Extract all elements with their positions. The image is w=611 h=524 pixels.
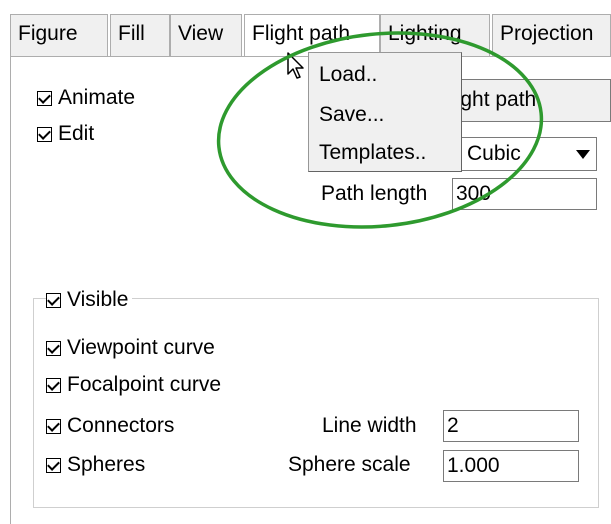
tab-projection[interactable]: Projection — [492, 14, 611, 56]
tab-lighting[interactable]: Lighting — [380, 14, 490, 56]
path-length-input[interactable]: 300 — [452, 178, 597, 210]
tab-view[interactable]: View — [170, 14, 242, 56]
checkbox-checked-icon — [46, 377, 61, 393]
edit-label: Edit — [58, 122, 95, 145]
sphere-scale-input[interactable]: 1.000 — [443, 450, 579, 482]
edit-checkbox[interactable]: Edit — [37, 122, 94, 146]
tab-flight-path[interactable]: Flight path — [244, 14, 380, 56]
path-length-label: Path length — [321, 182, 428, 205]
line-width-input[interactable]: 2 — [443, 410, 579, 442]
curve-type-value: Cubic — [467, 142, 521, 165]
menu-item-load[interactable]: Load.. — [319, 63, 377, 87]
sphere-scale-label: Sphere scale — [288, 453, 411, 476]
spheres-checkbox[interactable]: Spheres — [46, 453, 145, 477]
animate-checkbox[interactable]: Animate — [37, 86, 135, 110]
line-width-label: Line width — [322, 414, 417, 437]
menu-item-save[interactable]: Save... — [319, 103, 384, 127]
flight-path-button[interactable]: light path — [440, 79, 611, 122]
checkbox-checked-icon — [46, 457, 61, 473]
curve-type-select[interactable]: Cubic — [460, 137, 597, 171]
menu-item-templates[interactable]: Templates.. — [319, 141, 426, 165]
flight-path-button-label: light path — [451, 88, 537, 111]
flight-path-menu: Load.. Save... Templates.. — [308, 52, 462, 172]
connectors-checkbox[interactable]: Connectors — [46, 414, 174, 438]
tab-fill[interactable]: Fill — [110, 14, 170, 56]
focalpoint-curve-checkbox[interactable]: Focalpoint curve — [46, 373, 221, 397]
flight-path-dialog: Figure Fill View Flight path Lighting Pr… — [0, 0, 611, 524]
checkbox-checked-icon — [46, 292, 61, 308]
spheres-label: Spheres — [67, 453, 146, 476]
tab-figure[interactable]: Figure — [10, 14, 108, 56]
animate-label: Animate — [58, 86, 136, 109]
viewpoint-curve-label: Viewpoint curve — [67, 336, 215, 359]
checkbox-checked-icon — [46, 340, 61, 356]
checkbox-checked-icon — [37, 126, 52, 142]
focalpoint-curve-label: Focalpoint curve — [67, 373, 222, 396]
checkbox-checked-icon — [37, 90, 52, 106]
visible-label: Visible — [67, 288, 129, 311]
connectors-label: Connectors — [67, 414, 175, 437]
dropdown-arrow-icon[interactable] — [576, 150, 590, 159]
checkbox-checked-icon — [46, 418, 61, 434]
viewpoint-curve-checkbox[interactable]: Viewpoint curve — [46, 336, 215, 360]
visible-checkbox[interactable]: Visible — [46, 288, 133, 312]
